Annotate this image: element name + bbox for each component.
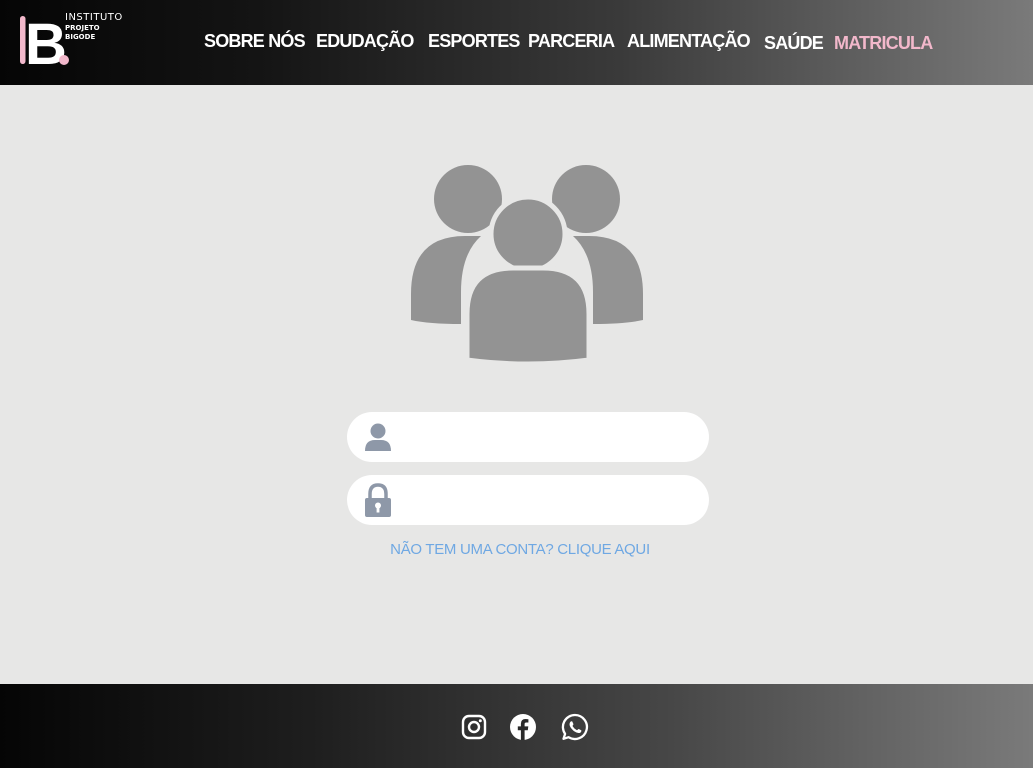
lock-icon [365,483,391,517]
logo[interactable]: B INSTITUTO PROJETO BIGODE [20,12,130,72]
whatsapp-icon[interactable] [561,713,589,741]
username-input[interactable] [409,420,693,456]
password-field[interactable] [347,475,709,525]
nav-item-parceria[interactable]: PARCERIA [528,31,615,52]
svg-text:B: B [25,12,65,68]
nav-item-matricula[interactable]: MATRICULA [834,33,933,54]
site-header: B INSTITUTO PROJETO BIGODE SOBRE NÓS EDU… [0,0,1033,85]
nav-item-educacao[interactable]: EDUDAÇÃO [316,31,414,52]
instagram-icon[interactable] [460,713,488,741]
logo-line-2: PROJETO [65,24,100,32]
nav-item-alimentacao[interactable]: ALIMENTAÇÃO [627,31,751,52]
password-input[interactable] [409,483,693,519]
site-footer [0,684,1033,768]
logo-text: INSTITUTO PROJETO BIGODE [65,12,123,42]
logo-line-1: INSTITUTO [65,12,123,23]
signup-link[interactable]: NÃO TEM UMA CONTA? CLIQUE AQUI [0,541,1033,558]
facebook-icon[interactable] [509,713,537,741]
logo-line-3: BIGODE [65,33,96,41]
user-icon [365,423,391,451]
username-field[interactable] [347,412,709,462]
nav-item-saude[interactable]: SAÚDE [764,33,824,54]
nav-item-sobre-nos[interactable]: SOBRE NÓS [204,31,306,52]
users-group-icon [411,165,643,362]
nav-item-esportes[interactable]: ESPORTES [428,31,520,52]
